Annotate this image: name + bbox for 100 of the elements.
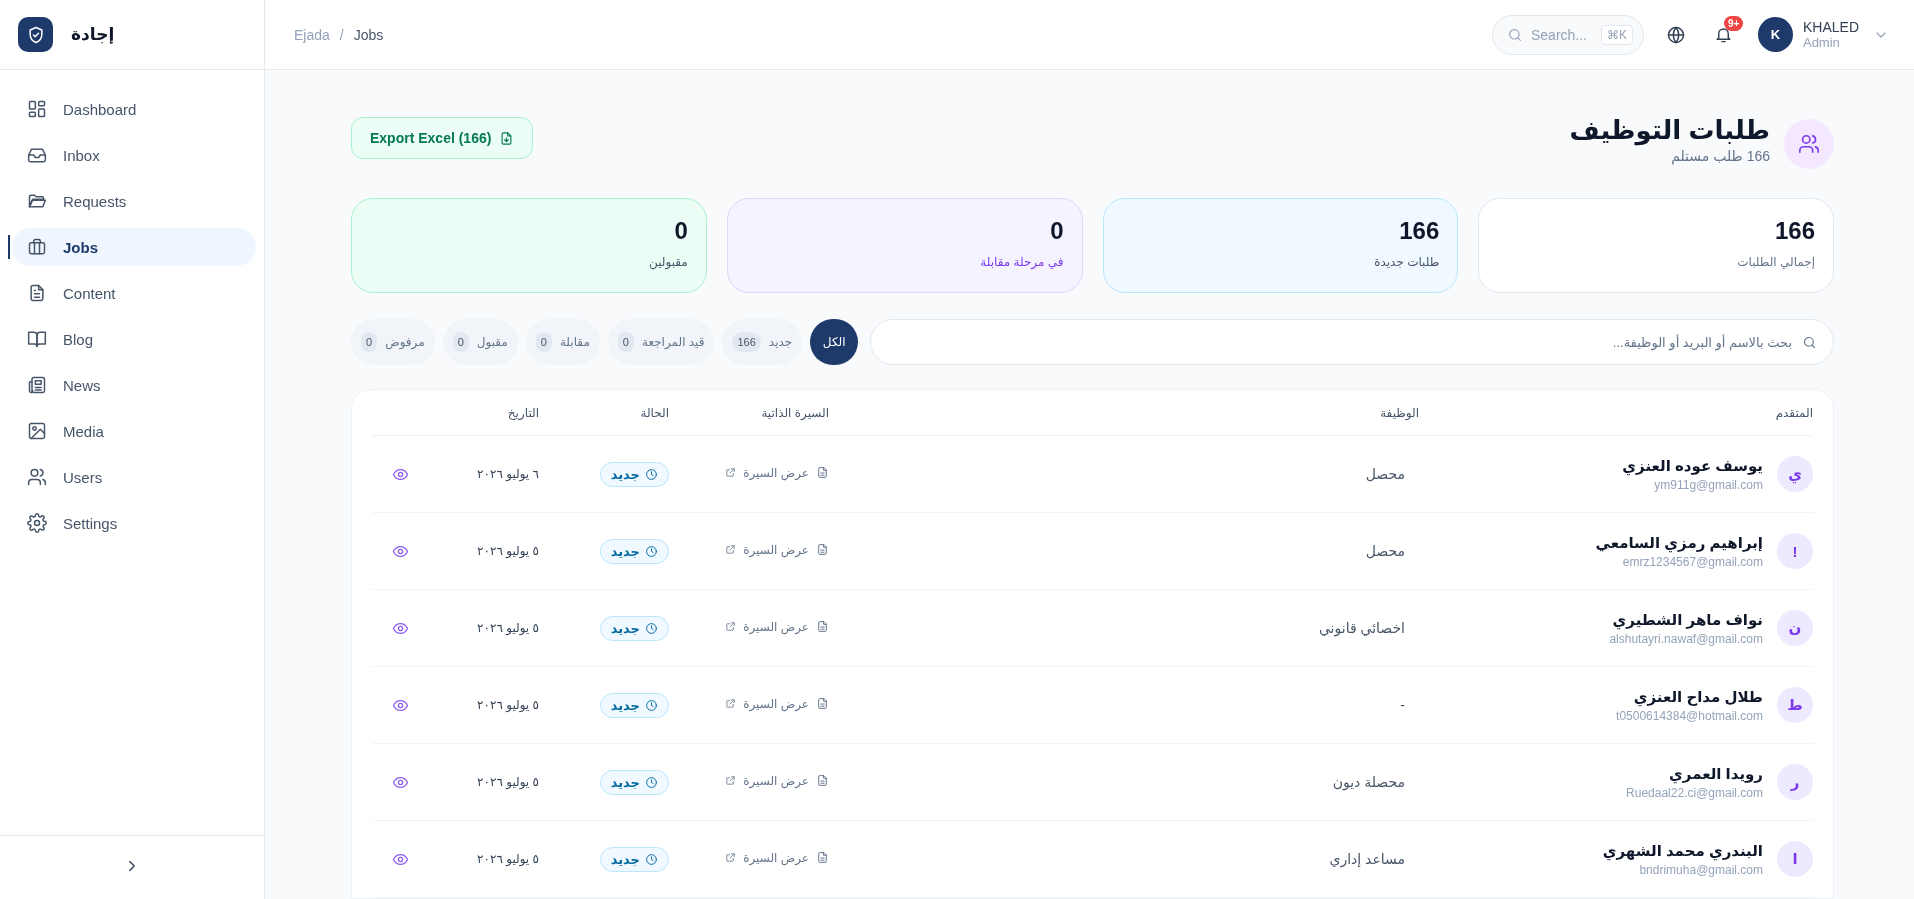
folder-icon	[27, 191, 47, 211]
count-badge: 166	[732, 332, 761, 352]
image-icon	[27, 421, 47, 441]
date-text: ٦ يوليو ٢٠٢٦	[476, 467, 539, 481]
sidebar-item[interactable]: Inbox	[12, 136, 256, 174]
sidebar-item[interactable]: News	[12, 366, 256, 404]
external-link-icon	[725, 852, 737, 863]
page-subtitle: 166 طلب مستلم	[1670, 148, 1770, 164]
sidebar-item[interactable]: Content	[12, 274, 256, 312]
sidebar-item[interactable]: Blog	[12, 320, 256, 358]
date-text: ٥ يوليو ٢٠٢٦	[476, 775, 539, 789]
clock-icon	[645, 467, 658, 481]
shortcut-key: ⌘K	[1600, 24, 1633, 45]
globe-icon[interactable]	[1665, 24, 1686, 45]
applicant-name: رويدا العمري	[1668, 764, 1763, 783]
stat-label: في مرحلة مقابلة	[979, 255, 1064, 269]
stat-value: 166	[1398, 217, 1440, 245]
applicant-avatar: ط	[1777, 687, 1813, 723]
clock-icon	[645, 698, 658, 712]
export-excel-button[interactable]: Export Excel (166)	[351, 117, 534, 159]
document-icon	[816, 851, 829, 864]
count-badge: 0	[617, 332, 634, 352]
job-title: مساعد إداري	[1328, 851, 1406, 867]
user-name: KHALED	[1802, 18, 1859, 35]
user-avatar[interactable]: K	[1757, 17, 1793, 52]
breadcrumb-current: Jobs	[353, 26, 384, 43]
dashboard-grid-icon	[27, 99, 47, 119]
status-badge: جديد	[599, 615, 669, 641]
open-book-icon	[27, 329, 47, 349]
page-title: طلبات التوظيف	[1569, 115, 1770, 146]
external-link-icon	[725, 467, 737, 478]
document-icon	[816, 774, 829, 787]
view-cv-link[interactable]: عرض السيرة	[725, 465, 829, 480]
job-title: اخصائي قانوني	[1317, 620, 1406, 636]
clock-icon	[645, 544, 658, 558]
applicant-email: emrz1234567@gmail.com	[1621, 554, 1763, 569]
sidebar-item[interactable]: Users	[12, 458, 256, 496]
applicant-avatar: ا	[1777, 841, 1813, 877]
document-icon	[816, 697, 829, 710]
applicant-name: البندري محمد الشهري	[1602, 841, 1763, 860]
sidebar-item[interactable]: Media	[12, 412, 256, 450]
document-icon	[816, 620, 829, 633]
count-badge: 0	[452, 332, 469, 352]
column-header: الحالة	[639, 405, 669, 420]
count-badge: 0	[361, 332, 378, 352]
search-icon	[1506, 26, 1523, 43]
document-icon	[816, 466, 829, 479]
view-cv-link[interactable]: عرض السيرة	[725, 850, 829, 865]
filter-chip[interactable]: الكل	[810, 319, 859, 365]
applicant-name: نواف ماهر الشطيري	[1611, 610, 1763, 629]
briefcase-icon	[27, 237, 47, 257]
applicant-name: إبراهيم رمزي السامعي	[1595, 533, 1763, 552]
view-cv-link[interactable]: عرض السيرة	[725, 696, 829, 711]
applicant-name: طلال مداح العنزي	[1632, 687, 1763, 706]
notification-badge: 9+	[1723, 16, 1744, 31]
settings-icon	[27, 513, 47, 533]
users-icon	[1784, 119, 1834, 169]
clock-icon	[645, 852, 658, 866]
applicant-name: يوسف عوده العنزي	[1622, 456, 1763, 475]
applicant-email: ym911g@gmail.com	[1653, 477, 1763, 492]
stat-label: إجمالي الطلبات	[1736, 255, 1815, 269]
external-link-icon	[725, 621, 737, 632]
view-cv-link[interactable]: عرض السيرة	[725, 542, 829, 557]
date-text: ٥ يوليو ٢٠٢٦	[476, 852, 539, 866]
view-cv-link[interactable]: عرض السيرة	[725, 619, 829, 634]
applicant-email: Ruedaal22.ci@gmail.com	[1626, 785, 1763, 800]
sidebar-item[interactable]: Dashboard	[12, 90, 256, 128]
clock-icon	[645, 621, 658, 635]
date-text: ٥ يوليو ٢٠٢٦	[476, 698, 539, 712]
job-title: -	[1399, 697, 1406, 713]
external-link-icon	[725, 775, 737, 786]
job-title: محصل	[1364, 543, 1406, 559]
users-icon	[27, 467, 47, 487]
logo-text: إجادة	[71, 24, 115, 45]
external-link-icon	[725, 698, 737, 709]
job-title: محصلة ديون	[1331, 774, 1406, 790]
applicant-email: t0500614384@hotmail.com	[1616, 708, 1763, 723]
date-text: ٥ يوليو ٢٠٢٦	[476, 544, 539, 558]
job-title: محصل	[1364, 466, 1406, 482]
status-badge: جديد	[599, 461, 669, 487]
applicant-avatar: ن	[1777, 610, 1813, 646]
sidebar-item[interactable]: Requests	[12, 182, 256, 220]
applicant-avatar: !	[1777, 533, 1813, 569]
stat-label: مقبولين	[648, 255, 688, 269]
applicant-avatar: ر	[1777, 764, 1813, 800]
status-badge: جديد	[599, 846, 669, 872]
sidebar-item[interactable]: Settings	[12, 504, 256, 542]
column-header: الوظيفة	[1379, 405, 1419, 420]
applicant-email: alshutayri.nawaf@gmail.com	[1609, 631, 1763, 646]
count-badge: 0	[535, 332, 552, 352]
stat-label: طلبات جديدة	[1373, 255, 1440, 269]
view-cv-link[interactable]: عرض السيرة	[725, 773, 829, 788]
search-field[interactable]: بحث بالاسم أو البريد أو الوظيفة...	[870, 319, 1834, 365]
status-badge: جديد	[599, 692, 669, 718]
column-header: المتقدم	[1774, 405, 1813, 420]
search-icon	[1802, 334, 1817, 350]
inbox-tray-icon	[27, 145, 47, 165]
applicant-email: bndrimuha@gmail.com	[1638, 862, 1763, 877]
status-badge: جديد	[599, 538, 669, 564]
date-text: ٥ يوليو ٢٠٢٦	[476, 621, 539, 635]
